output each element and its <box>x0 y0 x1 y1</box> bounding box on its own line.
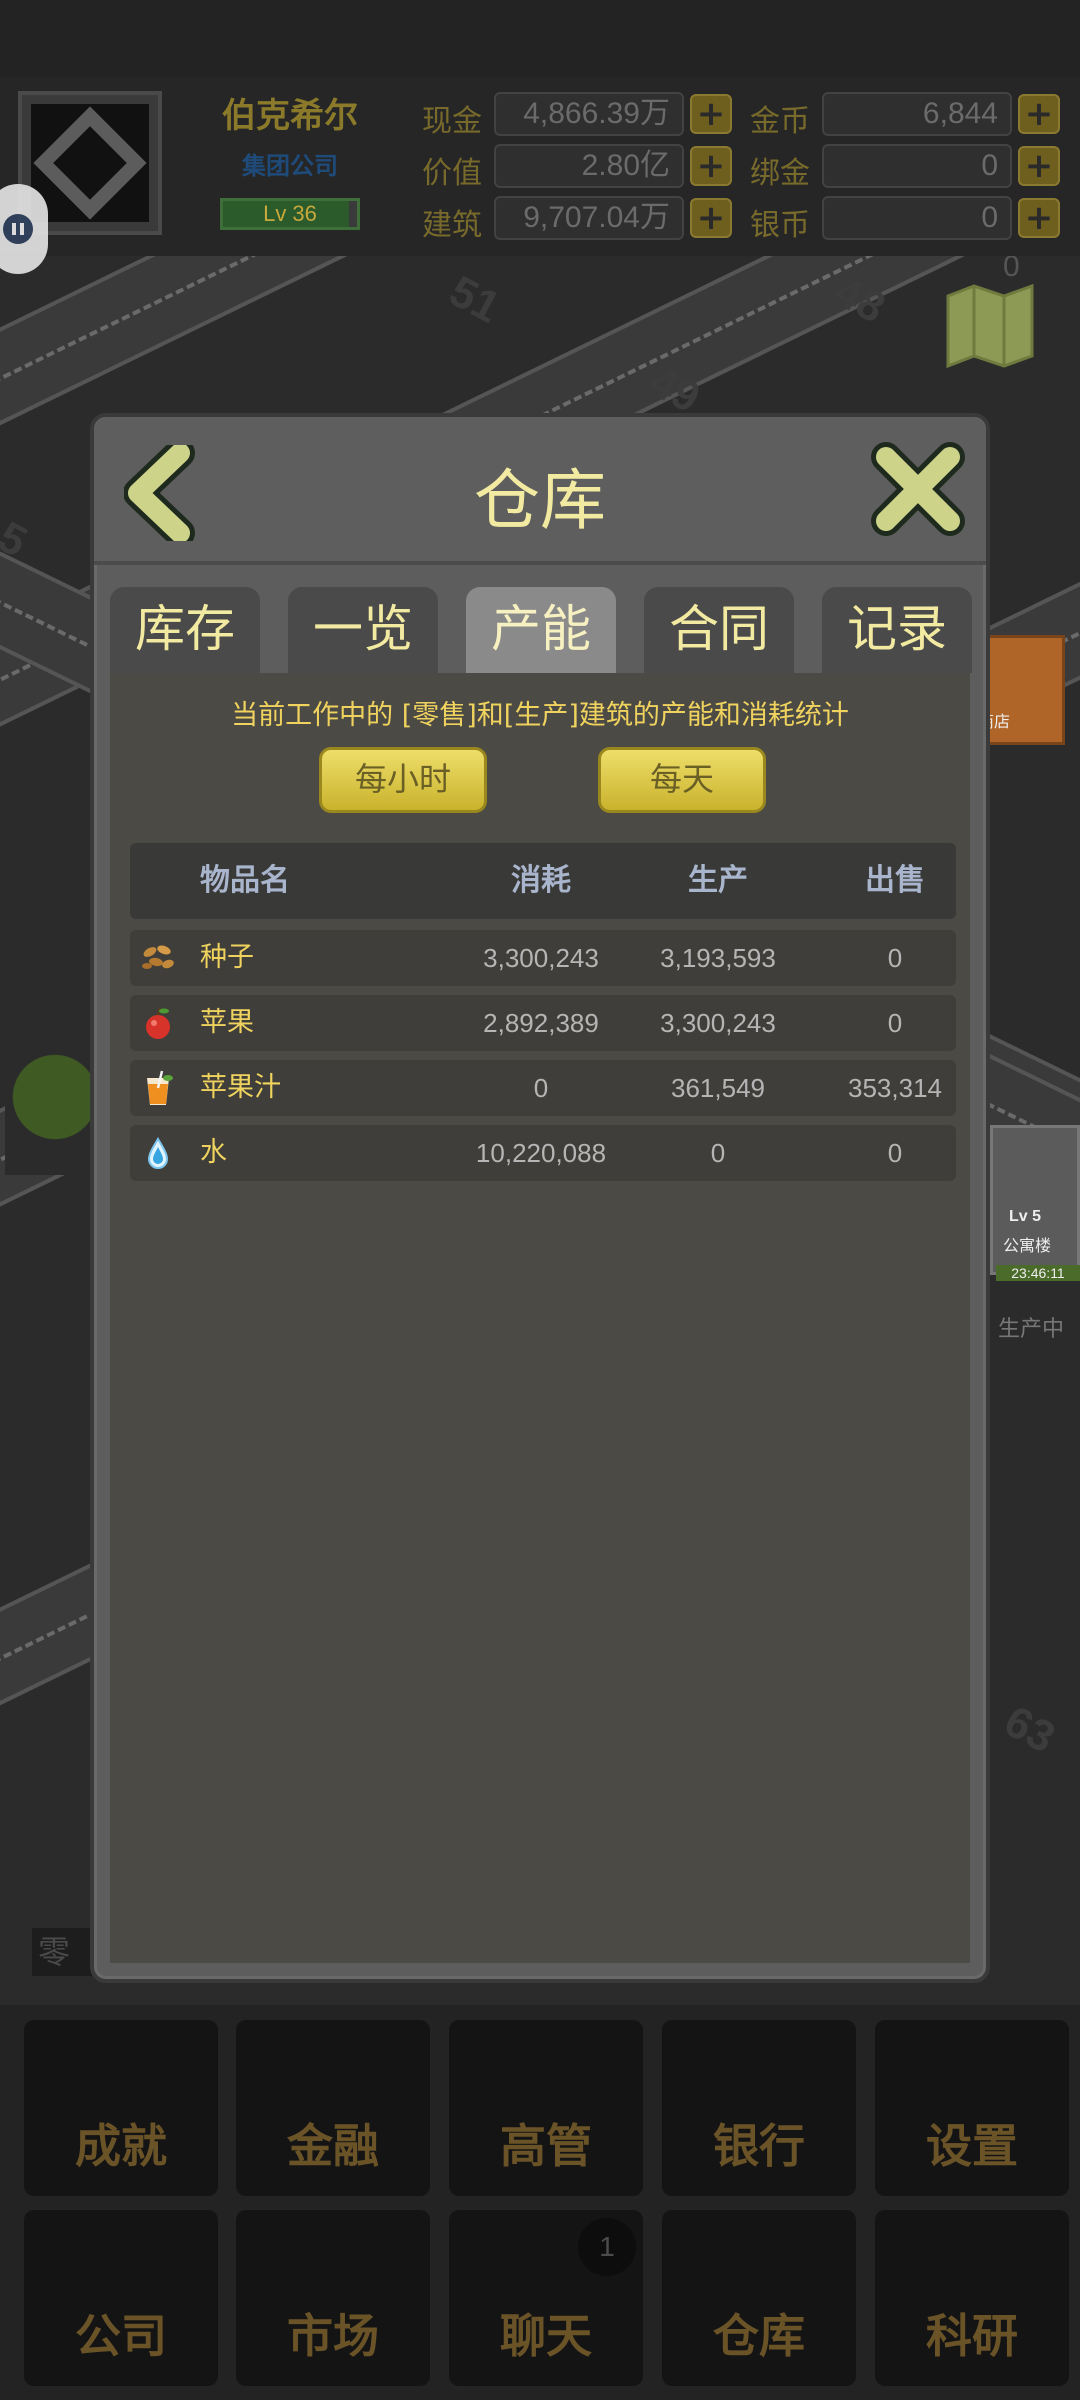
building-status: 生产中 <box>998 1317 1065 1342</box>
table-header: 物品名 消耗 生产 出售 <box>130 843 956 919</box>
add-bound-gold-button[interactable]: + <box>1018 146 1060 186</box>
per-hour-button[interactable]: 每小时 <box>319 747 487 813</box>
player-name: 伯克希尔 <box>222 96 358 136</box>
dialog-title: 仓库 <box>474 462 606 539</box>
tab-overview[interactable]: 一览 <box>288 587 438 673</box>
apple-icon <box>138 1003 178 1043</box>
item-name: 苹果 <box>200 1007 254 1038</box>
consume-value: 0 <box>533 1073 549 1103</box>
tab-bar: 库存 一览 产能 合同 记录 <box>110 587 972 673</box>
tab-records[interactable]: 记录 <box>822 587 972 673</box>
consume-value: 10,220,088 <box>475 1138 607 1168</box>
capacity-description: 当前工作中的 [零售]和[生产]建筑的产能和消耗统计 <box>231 700 849 731</box>
level-text: Lv 36 <box>263 201 317 226</box>
tab-capacity[interactable]: 产能 <box>466 587 616 673</box>
column-header-sell: 出售 <box>865 863 925 898</box>
produce-value: 361,549 <box>671 1073 765 1103</box>
stat-value: 0 <box>822 144 1012 188</box>
warehouse-dialog: 仓库 库存 一览 产能 合同 记录 当前工作中的 [零售]和[生产]建筑的产能和… <box>90 413 990 1983</box>
level-badge: Lv 36 <box>220 198 360 230</box>
top-status-bar: 伯克希尔 集团公司 Lv 36 现金 4,866.39万 + 价值 2.80亿 … <box>0 78 1080 274</box>
add-cash-button[interactable]: + <box>690 94 732 134</box>
produce-value: 0 <box>710 1138 726 1168</box>
table-row[interactable]: 苹果汁 0 361,549 353,314 <box>130 1060 956 1116</box>
stat-value-worth: 价值 2.80亿 + <box>422 144 738 191</box>
lot-number: 51 <box>441 266 508 333</box>
item-name: 水 <box>200 1137 227 1168</box>
menu-market[interactable]: 市场 <box>236 2210 430 2386</box>
water-drop-icon <box>138 1133 178 1173</box>
stat-buildings: 建筑 9,707.04万 + <box>422 196 738 243</box>
menu-research[interactable]: 科研 <box>875 2210 1069 2386</box>
level-progress <box>349 201 357 227</box>
map-icon[interactable] <box>944 280 1036 372</box>
stat-bound-gold: 绑金 0 + <box>750 144 1066 191</box>
item-name: 苹果汁 <box>200 1072 281 1103</box>
menu-warehouse[interactable]: 仓库 <box>662 2210 856 2386</box>
table-row[interactable]: 水 10,220,088 0 0 <box>130 1125 956 1181</box>
bottom-menu: 成就 金融 高管 银行 设置 公司 市场 聊天 仓库 科研 1 <box>0 2005 1080 2400</box>
sell-value: 0 <box>887 1008 903 1038</box>
stat-value: 6,844 <box>822 92 1012 136</box>
capacity-panel: 当前工作中的 [零售]和[生产]建筑的产能和消耗统计 每小时 每天 物品名 消耗… <box>110 673 970 1963</box>
per-day-button[interactable]: 每天 <box>598 747 766 813</box>
apple-juice-icon <box>138 1068 178 1108</box>
stat-gold: 金币 6,844 + <box>750 92 1066 139</box>
table-row[interactable]: 种子 3,300,243 3,193,593 0 <box>130 930 956 986</box>
column-header-consume: 消耗 <box>511 863 571 898</box>
stat-label: 绑金 <box>750 156 810 191</box>
pause-button[interactable] <box>0 184 48 274</box>
stat-silver: 银币 0 + <box>750 196 1066 243</box>
stat-value: 2.80亿 <box>494 144 684 188</box>
seed-icon <box>138 938 178 978</box>
dialog-header: 仓库 <box>94 417 986 565</box>
stat-value: 4,866.39万 <box>494 92 684 136</box>
produce-value: 3,300,243 <box>660 1008 776 1038</box>
menu-executives[interactable]: 高管 <box>449 2020 643 2196</box>
menu-company[interactable]: 公司 <box>24 2210 218 2386</box>
tab-inventory[interactable]: 库存 <box>110 587 260 673</box>
company-logo <box>31 104 149 222</box>
table-row[interactable]: 苹果 2,892,389 3,300,243 0 <box>130 995 956 1051</box>
consume-value: 2,892,389 <box>483 1008 599 1038</box>
stat-label: 金币 <box>750 104 810 139</box>
stat-label: 现金 <box>422 104 482 139</box>
menu-bank[interactable]: 银行 <box>662 2020 856 2196</box>
retail-tag: 零售 <box>32 1928 92 1976</box>
apartment-building[interactable]: Lv 5 公寓楼 <box>990 1125 1080 1275</box>
close-button[interactable] <box>868 439 968 539</box>
company-type: 集团公司 <box>242 152 338 180</box>
consume-value: 3,300,243 <box>483 943 599 973</box>
stat-value: 0 <box>822 196 1012 240</box>
sell-value: 0 <box>887 943 903 973</box>
stat-label: 价值 <box>422 156 482 191</box>
column-header-item: 物品名 <box>200 863 290 898</box>
menu-settings[interactable]: 设置 <box>875 2020 1069 2196</box>
building-timer: 23:46:11 <box>996 1265 1080 1281</box>
item-name: 种子 <box>200 942 254 973</box>
add-buildings-button[interactable]: + <box>690 198 732 238</box>
lot-number: 63 <box>996 1696 1063 1763</box>
chat-notification-badge: 1 <box>578 2218 636 2276</box>
building-name: 公寓楼 <box>1003 1236 1052 1255</box>
pause-icon <box>3 214 33 244</box>
stat-cash: 现金 4,866.39万 + <box>422 92 738 139</box>
add-gold-button[interactable]: + <box>1018 94 1060 134</box>
stat-label: 银币 <box>750 208 810 243</box>
add-silver-button[interactable]: + <box>1018 198 1060 238</box>
column-header-produce: 生产 <box>688 863 748 898</box>
add-worth-button[interactable]: + <box>690 146 732 186</box>
tab-contracts[interactable]: 合同 <box>644 587 794 673</box>
stat-label: 建筑 <box>422 208 482 243</box>
produce-value: 3,193,593 <box>660 943 776 973</box>
sell-value: 353,314 <box>848 1073 942 1103</box>
sell-value: 0 <box>887 1138 903 1168</box>
building-level: Lv 5 <box>1009 1208 1042 1225</box>
menu-achievements[interactable]: 成就 <box>24 2020 218 2196</box>
menu-finance[interactable]: 金融 <box>236 2020 430 2196</box>
stat-value: 9,707.04万 <box>494 196 684 240</box>
